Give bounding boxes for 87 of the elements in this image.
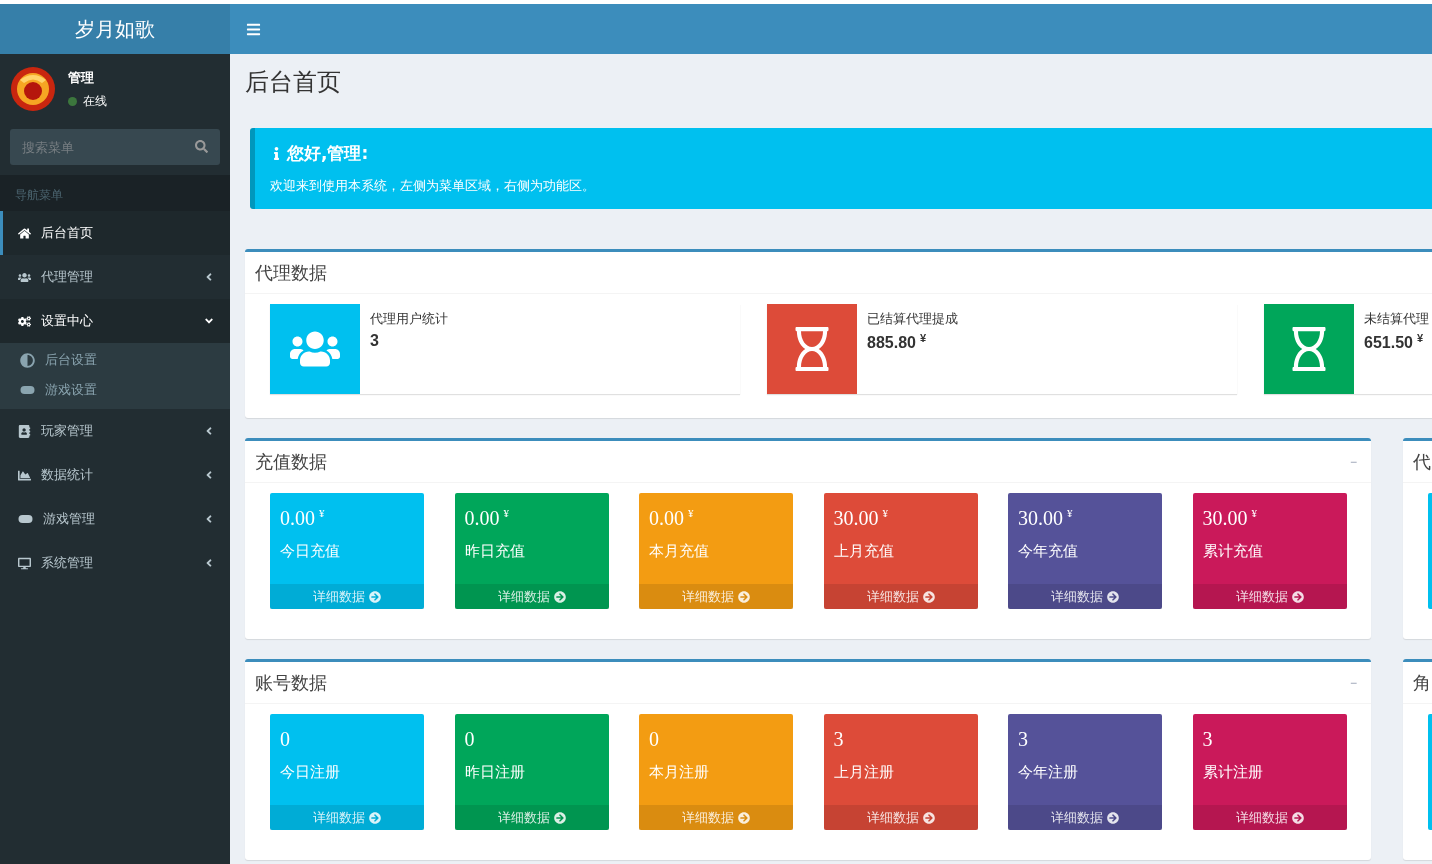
tile-value: 0 — [464, 728, 476, 751]
tile-value: 0.00 $^{¥}$ — [280, 507, 326, 530]
details-link[interactable]: 详细数据 — [639, 584, 793, 609]
arrow-right-icon — [1107, 811, 1119, 824]
details-link[interactable]: 详细数据 — [454, 584, 609, 609]
details-link[interactable]: 详细数据 — [454, 805, 609, 830]
tile-label: 本月注册 — [649, 763, 710, 782]
details-link[interactable]: 详细数据 — [639, 805, 793, 830]
arrow-right-icon — [553, 590, 566, 603]
menu-icon — [246, 21, 261, 37]
menu-item[interactable]: 数据统计 — [0, 453, 230, 497]
arrow-right-icon — [1291, 811, 1304, 824]
avatar-icon — [10, 66, 56, 112]
tile-label: 本月充值 — [649, 542, 710, 561]
details-link[interactable]: 详细数据 — [1008, 805, 1162, 830]
users-icon — [18, 270, 31, 284]
app-logo[interactable]: 岁月如歌 — [0, 4, 230, 54]
panel-title: 账号数据 — [255, 670, 327, 695]
tile-value: 3 — [1018, 728, 1029, 751]
panel-title: 角 — [1413, 670, 1431, 695]
menu-item[interactable]: 设置中心 — [0, 299, 230, 343]
tile-label: 上月充值 — [833, 542, 895, 561]
address-book-icon — [18, 424, 31, 438]
details-link[interactable]: 详细数据 — [270, 584, 424, 609]
info-value: 3 — [370, 332, 380, 350]
search-icon[interactable] — [195, 140, 208, 153]
info-label: 未结算代理 — [1364, 310, 1429, 328]
callout-text: 欢迎来到使用本系统，左侧为菜单区域，右侧为功能区。 — [270, 177, 596, 195]
gears-icon — [18, 314, 31, 328]
monitor-icon — [18, 556, 31, 570]
details-link[interactable]: 详细数据 — [823, 584, 978, 609]
panel-title: 充值数据 — [255, 449, 327, 474]
arrow-right-icon — [738, 590, 750, 603]
info-value: 651.50 $^{¥}$ — [1364, 332, 1425, 353]
callout-title: 您好,管理: — [287, 142, 369, 165]
collapse-button[interactable]: − — [1346, 671, 1361, 694]
arrow-right-icon — [553, 811, 566, 824]
info-label: 代理用户统计 — [370, 310, 448, 328]
tile-value: 3 — [1202, 728, 1214, 751]
tile-label: 昨日充值 — [464, 542, 526, 561]
arrow-right-icon — [922, 811, 935, 824]
tile-label: 今日充值 — [280, 542, 341, 561]
info-label: 已结算代理提成 — [867, 310, 958, 328]
details-link[interactable]: 详细数据 — [1192, 584, 1347, 609]
area-chart-icon — [18, 468, 31, 482]
collapse-button[interactable]: − — [1346, 450, 1361, 473]
tile-value: 0.00 $^{¥}$ — [464, 507, 510, 530]
info-value: 885.80 $^{¥}$ — [867, 332, 928, 353]
menu-item[interactable]: 代理管理 — [0, 255, 230, 299]
tile-value: 0.00 $^{¥}$ — [649, 507, 695, 530]
details-link[interactable]: 详细数据 — [823, 805, 978, 830]
tile-value: 30.00 $^{¥}$ — [1202, 507, 1258, 530]
tile-label: 累计注册 — [1202, 763, 1264, 782]
tile-value: 0 — [649, 728, 660, 751]
tile-value: 30.00 $^{¥}$ — [1018, 507, 1074, 530]
tile-value: 3 — [833, 728, 845, 751]
arrow-right-icon — [1107, 590, 1119, 603]
submenu-item[interactable]: 后台设置 — [0, 345, 230, 375]
tile-label: 上月注册 — [833, 763, 895, 782]
panel-title: 代理数据 — [255, 260, 327, 285]
tile-label: 累计充值 — [1202, 542, 1264, 561]
arrow-right-icon — [1291, 590, 1304, 603]
menu-item[interactable]: 游戏管理 — [0, 497, 230, 541]
search-field[interactable]: 搜索菜单 — [10, 129, 220, 165]
tile-label: 今年充值 — [1018, 542, 1079, 561]
details-link[interactable]: 详细数据 — [1008, 584, 1162, 609]
arrow-right-icon — [369, 590, 381, 603]
user-status: 在线 — [83, 92, 107, 110]
panel-title: 代 — [1413, 449, 1431, 474]
details-link[interactable]: 详细数据 — [270, 805, 424, 830]
arrow-right-icon — [738, 811, 750, 824]
nav-header: 导航菜单 — [0, 175, 230, 211]
menu-item[interactable]: 系统管理 — [0, 541, 230, 585]
menu-item[interactable]: 后台首页 — [0, 211, 230, 255]
arrow-right-icon — [922, 590, 935, 603]
menu-item[interactable]: 玩家管理 — [0, 409, 230, 453]
user-name: 管理 — [68, 68, 95, 87]
home-icon — [18, 226, 31, 240]
page-title: 后台首页 — [245, 67, 342, 98]
tile-value: 0 — [280, 728, 291, 751]
details-link[interactable]: 详细数据 — [1192, 805, 1347, 830]
tile-label: 今年注册 — [1018, 763, 1079, 782]
tile-value: 30.00 $^{¥}$ — [833, 507, 889, 530]
tile-label: 今日注册 — [280, 763, 341, 782]
tile-label: 昨日注册 — [464, 763, 526, 782]
arrow-right-icon — [369, 811, 381, 824]
submenu-item[interactable]: 游戏设置 — [0, 375, 230, 405]
